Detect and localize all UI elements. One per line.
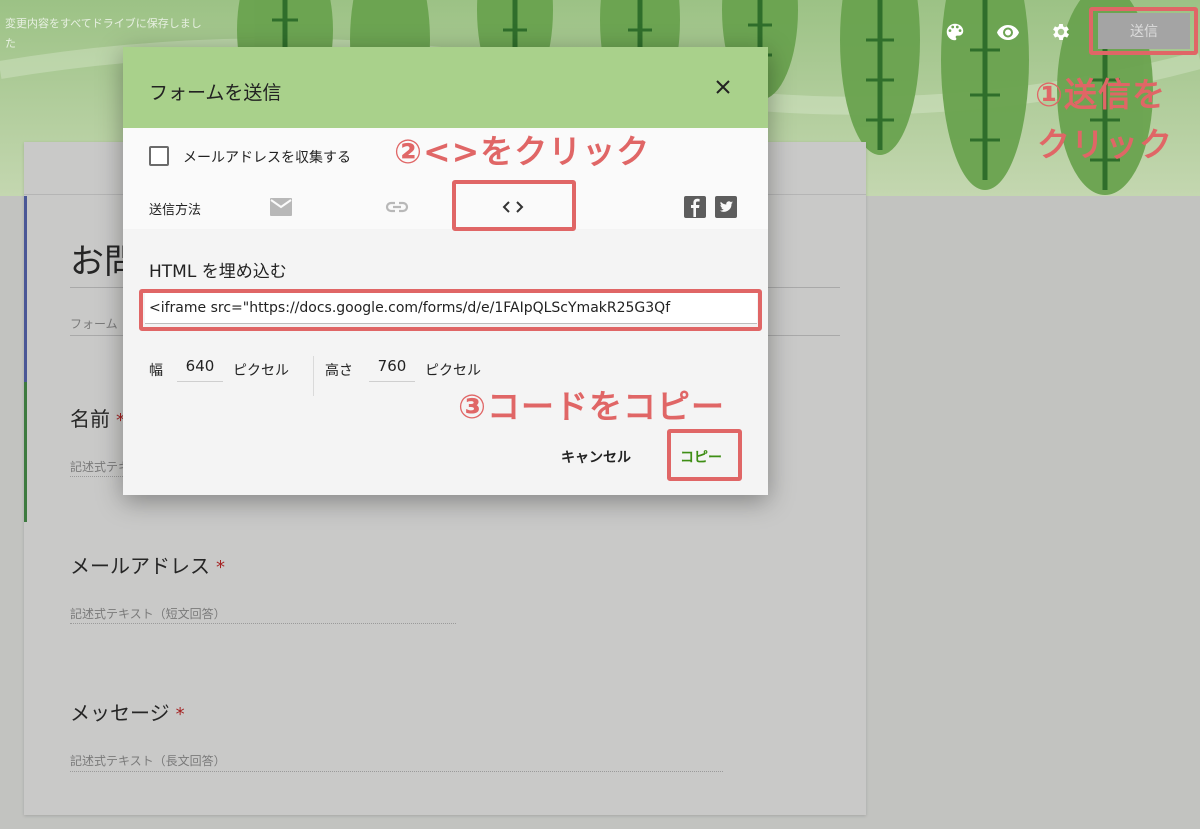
twitter-icon[interactable] [715, 194, 737, 220]
required-asterisk: * [216, 557, 225, 578]
height-label: 高さ [325, 363, 353, 379]
divider [313, 356, 314, 396]
embed-heading: HTML を埋め込む [149, 262, 287, 282]
link-icon[interactable] [384, 194, 410, 220]
answer-hint: 記述式テキスト（長文回答） [70, 754, 226, 768]
palette-icon[interactable] [942, 19, 968, 45]
collect-email-label: メールアドレスを収集する [183, 150, 351, 166]
collect-email-checkbox[interactable] [149, 146, 169, 166]
accent-bar-green [24, 382, 27, 522]
answer-underline [70, 623, 456, 624]
step3-note: ③コードをコピー [458, 387, 725, 426]
answer-underline [70, 771, 723, 772]
width-unit: ピクセル [233, 363, 289, 379]
eye-icon[interactable] [995, 19, 1021, 45]
form-description[interactable]: フォーム [70, 315, 118, 332]
accent-bar-blue [24, 196, 27, 382]
required-asterisk: * [175, 704, 185, 725]
gear-icon[interactable] [1048, 19, 1074, 45]
question-title[interactable]: 名前 * [70, 403, 125, 432]
answer-hint: 記述式テキ [70, 460, 131, 474]
highlight-send-button [1089, 7, 1198, 55]
question-title[interactable]: メッセージ * [70, 697, 185, 726]
height-input[interactable]: 760 [369, 357, 415, 382]
cancel-button[interactable]: キャンセル [561, 447, 631, 467]
width-label: 幅 [149, 363, 163, 379]
step1-note: ①送信を [1035, 75, 1166, 114]
close-icon[interactable] [711, 75, 735, 99]
step2-note: ②<>をクリック [394, 132, 651, 171]
dialog-title: フォームを送信 [149, 82, 282, 104]
highlight-code-icon [452, 180, 576, 231]
question-title[interactable]: メールアドレス * [70, 550, 225, 579]
answer-underline [70, 476, 125, 477]
step1-note: クリック [1037, 125, 1173, 164]
height-unit: ピクセル [425, 363, 481, 379]
answer-hint: 記述式テキスト（短文回答） [70, 607, 226, 621]
send-method-label: 送信方法 [149, 203, 202, 218]
mail-icon[interactable] [269, 194, 293, 220]
facebook-icon[interactable] [684, 194, 706, 220]
highlight-copy-button [667, 429, 742, 481]
width-input[interactable]: 640 [177, 357, 223, 382]
highlight-embed-code [139, 289, 762, 331]
